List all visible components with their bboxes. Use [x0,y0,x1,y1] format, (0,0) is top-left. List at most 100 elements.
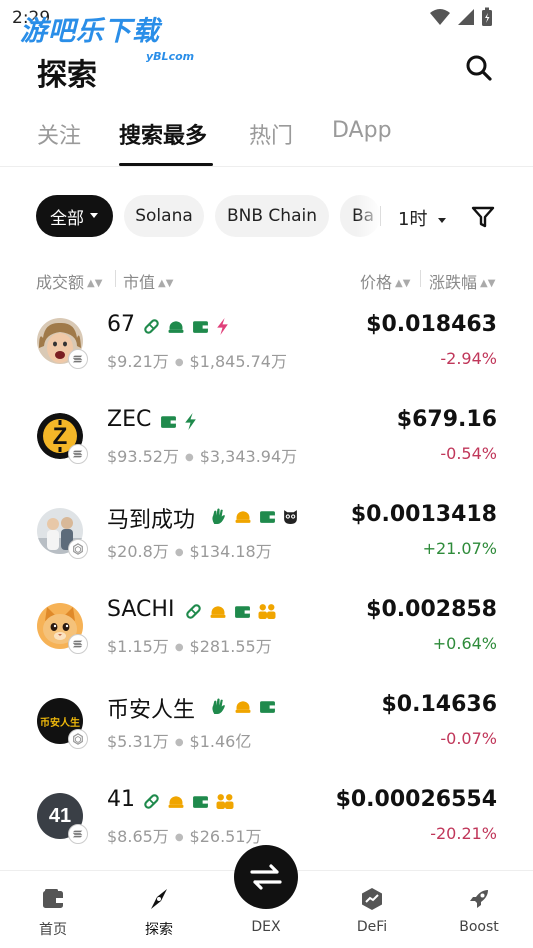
filter-icon[interactable] [471,205,495,229]
caret-down-icon [438,218,447,223]
wallet-icon [192,793,209,810]
wallet-icon [160,413,177,430]
wallet-icon [192,318,209,335]
nav-home[interactable]: 首页 [8,871,98,948]
token-name: 马到成功 [107,508,196,533]
hat-icon [208,603,228,620]
bnb-chain-badge [68,729,88,749]
column-separator [115,270,116,287]
chip-fade [356,195,382,237]
col-volume-label: 成交额 [36,273,85,292]
token-name: SACHI [107,597,175,622]
token-price: $0.00026554 [335,787,497,812]
active-tab-indicator [119,163,213,166]
chip-solana[interactable]: Solana [124,195,204,237]
column-separator [420,270,421,287]
tab-most-searched[interactable]: 搜索最多 [119,118,207,150]
token-name: 41 [107,787,135,812]
solana-chain-badge [68,444,88,464]
sort-icon: ▲▼ [395,278,411,289]
nav-boost[interactable]: Boost [434,871,524,948]
watermark-subtext: yBLcom [146,50,195,63]
token-market-cap: $281.55万 [189,637,272,656]
token-change: -0.07% [440,729,497,748]
nav-home-label: 首页 [39,922,67,938]
token-stats: $5.31万 ● $1.46亿 [107,732,252,751]
tab-dapp[interactable]: DApp [332,118,392,143]
token-price: $679.16 [396,407,497,432]
token-change: +0.64% [432,634,497,653]
col-volume-sort[interactable]: 成交额 ▲▼ [36,269,102,293]
nav-defi-label: DeFi [356,919,388,935]
wallet-icon [234,603,251,620]
token-row-binance-life[interactable]: 币安人生 币安人生 $5.31万 ● $1.46亿 $0.14636 -0.07% [0,692,533,793]
token-volume: $8.65万 [107,827,169,846]
hand-icon [210,698,227,715]
hat-icon [166,318,186,335]
token-row-67[interactable]: 67 $9.21万 ● $1,845.74万 $0.018463 -2.94% [0,312,533,413]
token-tags [210,508,299,525]
token-row-madaochenggong[interactable]: 马到成功 $20.8万 ● $134.18万 $0.0013418 +21.07% [0,502,533,603]
status-icons [429,7,493,27]
chip-bnb-chain[interactable]: BNB Chain [215,195,329,237]
token-market-cap: $26.51万 [189,827,262,846]
owl-icon [282,508,299,525]
compass-icon [151,889,167,909]
token-row-zec[interactable]: Z ZEC $93.52万 ● $3,343.94万 $679.16 -0.54% [0,407,533,508]
dex-swap-button[interactable] [234,845,298,909]
token-price: $0.018463 [366,312,497,337]
wifi-icon [430,9,450,25]
caret-down-icon [90,213,98,218]
solana-chain-badge [68,349,88,369]
col-market-cap-sort[interactable]: 市值 ▲▼ [123,269,173,293]
token-volume: $5.31万 [107,732,169,751]
nav-dex-label: DEX [251,919,281,935]
token-row-sachi[interactable]: SACHI $1.15万 ● $281.55万 $0.002858 +0.64% [0,597,533,698]
sort-icon: ▲▼ [158,278,174,289]
token-tags [143,793,235,810]
token-name: 币安人生 [107,698,196,723]
page-title: 探索 [37,58,97,93]
watermark-text: 游吧乐下载 [20,16,160,47]
svg-text:Z: Z [53,423,68,450]
token-market-cap: $1,845.74万 [189,352,287,371]
swap-icon [250,864,282,890]
token-tags [210,698,276,715]
timeframe-select[interactable]: 1时 [398,205,447,231]
people-icon [257,603,277,620]
bnb-chain-badge [68,539,88,559]
col-change-label: 涨跌幅 [429,273,478,292]
hat-icon [233,508,253,525]
token-change: -2.94% [440,349,497,368]
people-icon [215,793,235,810]
token-volume: $9.21万 [107,352,169,371]
token-avatar-text: 币安人生 [40,717,80,729]
nav-boost-label: Boost [459,919,499,935]
chart-icon [362,888,382,910]
pill-icon [143,318,160,335]
rocket-icon [470,890,488,908]
watermark-logo: 游吧乐下载 yBLcom [20,16,194,63]
nav-explore[interactable]: 探索 [114,871,204,948]
nav-defi[interactable]: DeFi [327,871,417,948]
tab-following[interactable]: 关注 [37,118,81,150]
pill-icon [143,793,160,810]
token-market-cap: $1.46亿 [189,732,252,751]
hand-icon [210,508,227,525]
token-volume: $93.52万 [107,447,179,466]
tab-hot[interactable]: 热门 [249,118,293,150]
chip-all-label: 全部 [50,208,84,229]
col-change-sort[interactable]: 涨跌幅 ▲▼ [429,269,495,293]
filter-divider [380,206,381,226]
token-change: -20.21% [430,824,497,843]
token-price: $0.0013418 [350,502,497,527]
hat-icon [233,698,253,715]
token-tags [185,603,277,620]
search-icon[interactable] [465,54,493,82]
wallet-icon [259,698,276,715]
token-stats: $8.65万 ● $26.51万 [107,827,262,846]
col-price-sort[interactable]: 价格 ▲▼ [360,269,410,293]
chip-all[interactable]: 全部 [36,195,113,237]
token-name: 67 [107,312,135,337]
token-change: +21.07% [422,539,497,558]
